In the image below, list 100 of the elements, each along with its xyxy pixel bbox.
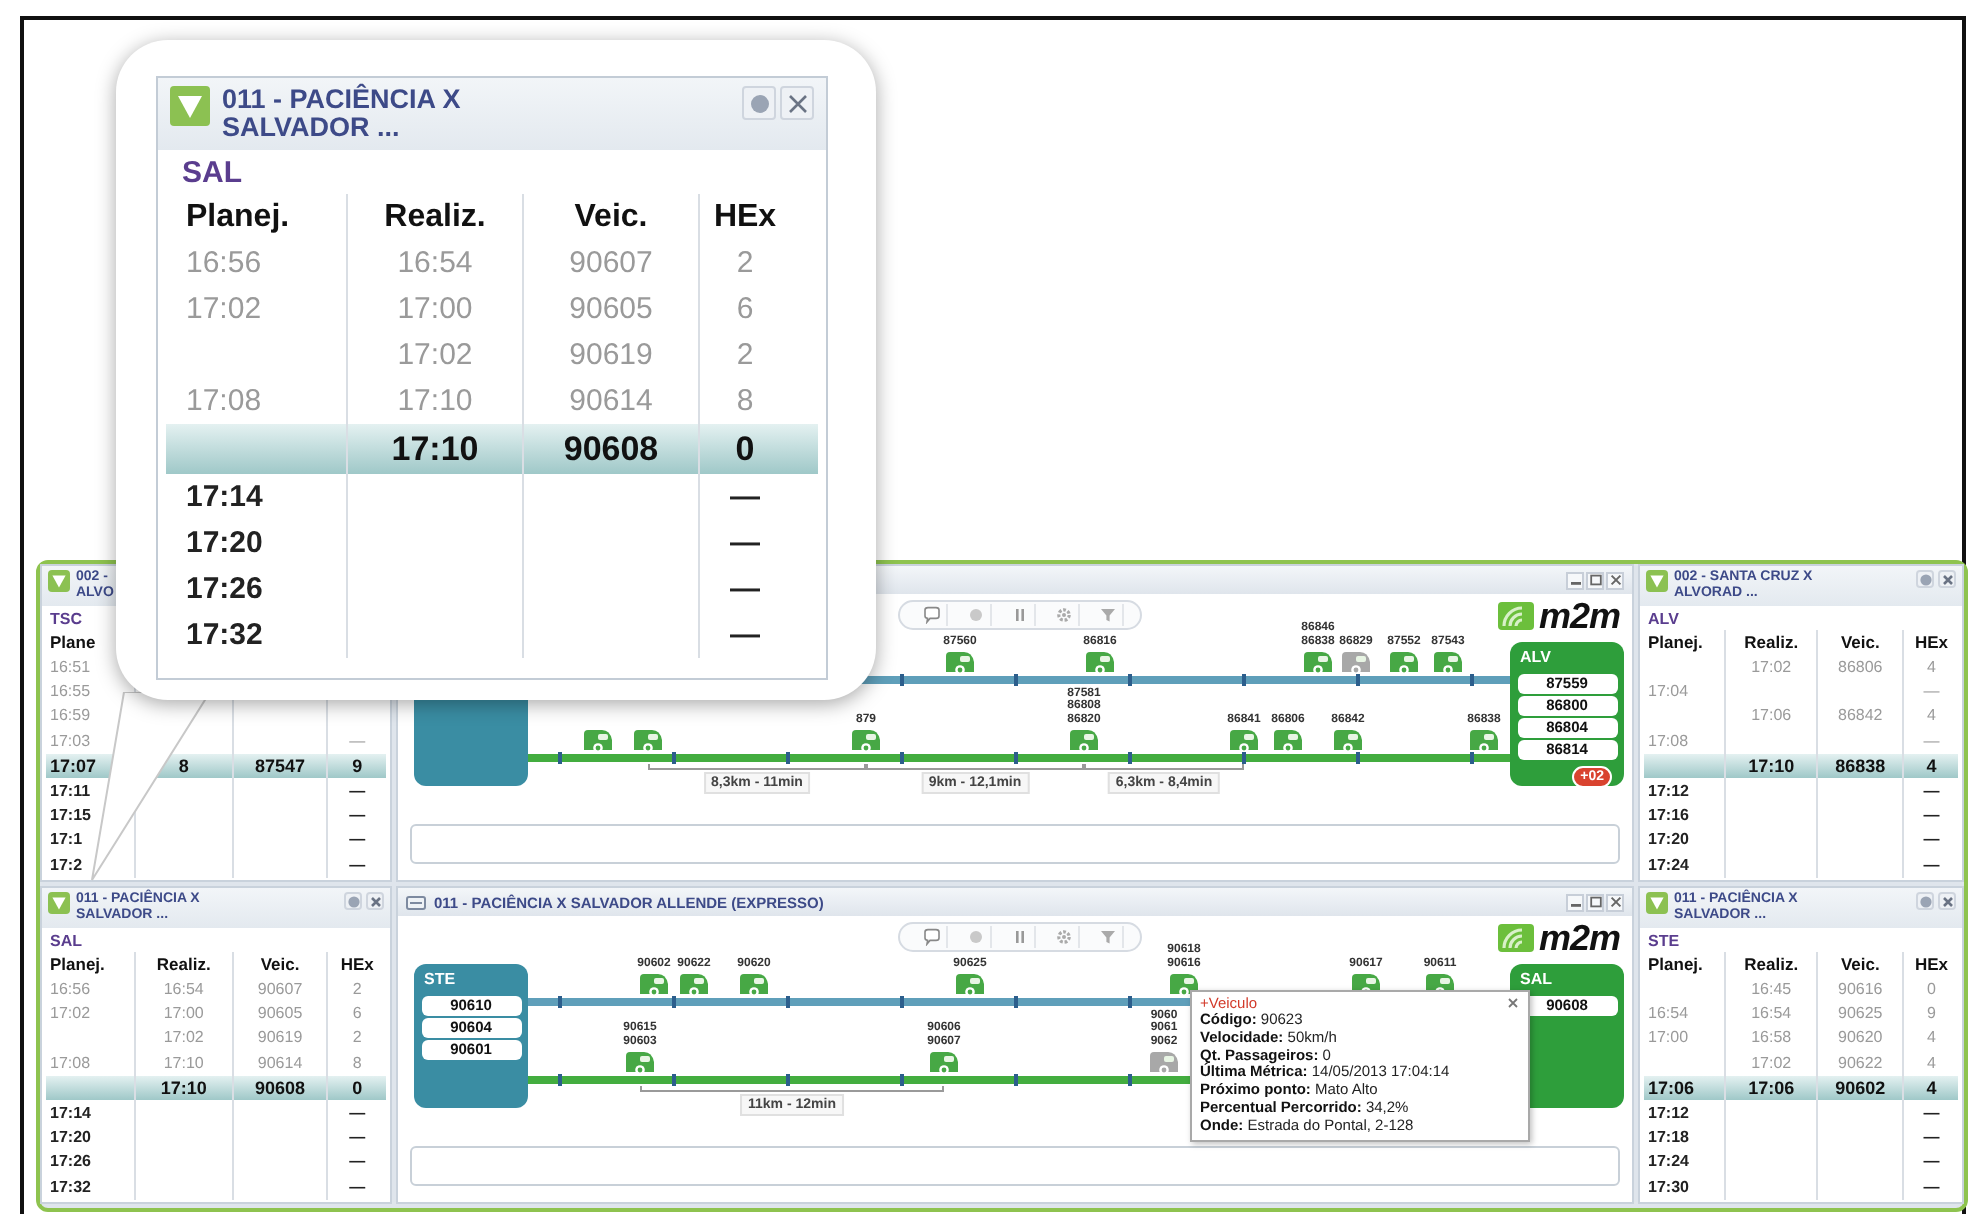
table-cell: 9: [326, 753, 386, 779]
table-cell: 0: [1902, 976, 1958, 1002]
table-cell: 2: [326, 1026, 386, 1052]
close-button[interactable]: [1606, 893, 1624, 911]
table-cell: 17:06: [1724, 704, 1816, 730]
gear-icon: [1053, 606, 1073, 624]
table-cell: 17:02: [346, 332, 522, 378]
close-icon: [1941, 895, 1953, 907]
table-cell-text: 16:56: [48, 977, 93, 1002]
speech-bubble-icon: [921, 928, 941, 946]
circle-icon: [965, 606, 985, 624]
maximize-button[interactable]: [1586, 571, 1604, 589]
table-cell-text: 16:51: [48, 655, 93, 680]
column-header: Veic.: [231, 952, 327, 977]
table-cell-text: 16:55: [48, 679, 93, 704]
table-cell-text: 17:1: [48, 828, 85, 853]
stop-marker: [558, 752, 562, 764]
stop-marker: [900, 674, 904, 686]
station-code: ALV: [1646, 608, 1681, 630]
column-header: Realiz.: [1724, 952, 1816, 977]
table-cell-text: 17:14: [48, 1101, 93, 1126]
table-cell: 17:10: [1724, 753, 1816, 779]
circle-icon: [1919, 895, 1931, 907]
table-cell-text: 17:08: [184, 381, 264, 421]
stop-marker: [900, 1074, 904, 1086]
stop-marker: [672, 752, 676, 764]
stop-marker: [1128, 996, 1132, 1008]
maximize-button[interactable]: [1586, 893, 1604, 911]
stop-marker: [1242, 752, 1246, 764]
column-header: Realiz.: [133, 952, 232, 977]
close-button[interactable]: [1606, 571, 1624, 589]
table-cell-text: 16:59: [48, 704, 93, 729]
table-cell-text: 17:14: [184, 477, 265, 517]
settings-button[interactable]: [1916, 892, 1934, 910]
table-cell: 90605: [231, 1001, 327, 1027]
maximize-icon: [1589, 574, 1601, 586]
close-icon: [787, 93, 807, 113]
table-cell: 16:58: [1724, 1026, 1816, 1052]
funnel-icon: [1097, 606, 1117, 624]
table-cell-text: 16:56: [184, 243, 264, 283]
stop-marker: [1014, 752, 1018, 764]
stop-marker: [1014, 996, 1018, 1008]
column-header: HEx: [1902, 630, 1958, 655]
table-cell-text: 17:26: [48, 1150, 93, 1175]
signal-icon: [1498, 602, 1535, 630]
table-cell-text: 17:20: [184, 523, 265, 563]
settings-button[interactable]: [742, 86, 776, 120]
minimize-button[interactable]: [1566, 571, 1584, 589]
close-button[interactable]: [1938, 892, 1956, 910]
table-cell: 90602: [1815, 1075, 1903, 1101]
table-cell-text: 17:30: [1646, 1175, 1691, 1200]
table-cell: 16:54: [133, 976, 232, 1002]
table-cell: 17:06: [1724, 1075, 1816, 1101]
stop-marker: [900, 996, 904, 1008]
table-cell-text: 17:32: [48, 1175, 93, 1200]
close-button[interactable]: [1506, 996, 1520, 1010]
table-cell-text: 17:06: [1646, 1076, 1697, 1101]
table-cell: 90608: [522, 424, 698, 474]
stop-marker: [1128, 1074, 1132, 1086]
table-cell: —: [1902, 828, 1958, 854]
table-cell: —: [698, 612, 790, 658]
flag-icon: [170, 86, 210, 126]
stop-marker: [1356, 674, 1360, 686]
station-code: STE: [1646, 930, 1682, 952]
maximize-icon: [1589, 896, 1601, 908]
table-cell: —: [326, 1125, 386, 1151]
stop-marker: [1128, 752, 1132, 764]
table-cell: 87547: [231, 753, 327, 779]
table-cell: —: [326, 803, 386, 829]
column-header: Veic.: [1815, 630, 1903, 655]
table-cell: —: [326, 853, 386, 878]
funnel-icon: [1097, 928, 1117, 946]
table-cell: 17:02: [1724, 654, 1816, 680]
table-cell: 17:10: [133, 1075, 232, 1101]
table-cell: 0: [326, 1075, 386, 1101]
settings-button[interactable]: [1916, 570, 1934, 588]
table-cell: —: [1902, 1125, 1958, 1151]
station-code: TSC: [48, 608, 84, 630]
table-cell-text: 17:12: [1646, 779, 1691, 804]
table-cell-text: 17:32: [184, 615, 265, 655]
table-cell-text: 17:26: [184, 569, 265, 609]
close-button[interactable]: [366, 892, 384, 910]
stop-marker: [1014, 674, 1018, 686]
stop-marker: [900, 752, 904, 764]
stop-marker: [1242, 674, 1246, 686]
close-icon: [1508, 998, 1518, 1008]
table-cell: —: [1902, 1175, 1958, 1200]
table-cell: 0: [698, 424, 790, 474]
table-cell-text: 17:15: [48, 803, 93, 828]
minimize-button[interactable]: [1566, 893, 1584, 911]
table-cell: —: [326, 1175, 386, 1200]
table-cell: 4: [1902, 654, 1958, 680]
table-cell: —: [326, 1100, 386, 1126]
column-header: Planej.: [1646, 952, 1705, 977]
close-button[interactable]: [1938, 570, 1956, 588]
stop-marker: [558, 996, 562, 1008]
column-header: HEx: [698, 194, 790, 240]
stop-marker: [672, 996, 676, 1008]
settings-button[interactable]: [344, 892, 362, 910]
table-cell-text: 17:08: [48, 1051, 93, 1076]
